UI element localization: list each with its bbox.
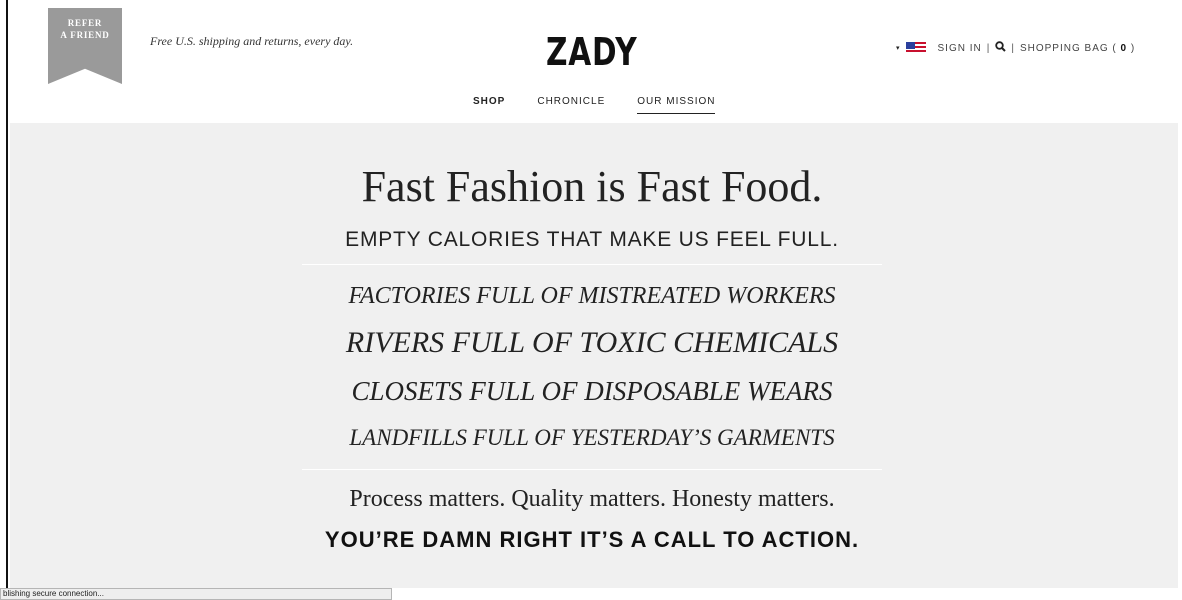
statement-line: FACTORIES FULL OF MISTREATED WORKERS (348, 283, 836, 309)
refer-label-line1: REFER (67, 18, 103, 28)
shopping-bag-close: ) (1130, 42, 1136, 54)
call-to-action: YOU’RE DAMN RIGHT IT’S A CALL TO ACTION. (324, 527, 860, 552)
shopping-bag-label: SHOPPING BAG ( (1019, 42, 1117, 54)
process-statement: Process matters. Quality matters. Honest… (349, 486, 835, 512)
sign-in-link[interactable]: SIGN IN (938, 43, 982, 54)
nav-chronicle[interactable]: CHRONICLE (537, 96, 605, 114)
shipping-promo: Free U.S. shipping and returns, every da… (150, 34, 354, 48)
headline: Fast Fashion is Fast Food. (361, 162, 823, 211)
bag-count: 0 (1120, 42, 1128, 54)
window-top-border (0, 0, 1182, 8)
shopping-bag-link[interactable]: SHOPPING BAG ( 0 ) (1020, 43, 1135, 54)
refer-label-line2: A FRIEND (60, 30, 110, 40)
main-nav: SHOP CHRONICLE OUR MISSION (473, 96, 716, 114)
utility-nav: ▾ SIGN IN | | SHOPPING BAG ( 0 ) (896, 41, 1135, 55)
statement-line: RIVERS FULL OF TOXIC CHEMICALS (345, 326, 839, 359)
country-caret-icon[interactable]: ▾ (896, 44, 901, 52)
divider-rule (302, 264, 882, 265)
browser-status-bar: blishing secure connection... (0, 588, 392, 600)
divider: | (1011, 42, 1015, 54)
search-icon[interactable] (995, 41, 1007, 55)
divider-rule (302, 469, 882, 470)
us-flag-icon[interactable] (905, 42, 926, 54)
refer-a-friend-ribbon[interactable]: REFER A FRIEND (48, 8, 122, 84)
window-right-border (1178, 0, 1182, 598)
nav-our-mission[interactable]: OUR MISSION (637, 96, 716, 114)
statement-line: CLOSETS FULL OF DISPOSABLE WEARS (351, 376, 833, 406)
statement-line: LANDFILLS FULL OF YESTERDAY’S GARMENTS (349, 425, 835, 450)
site-header: REFER A FRIEND Free U.S. shipping and re… (10, 8, 1178, 123)
window-left-border (0, 0, 8, 598)
mission-panel: Fast Fashion is Fast Food. EMPTY CALORIE… (10, 123, 1178, 588)
subheadline: EMPTY CALORIES THAT MAKE US FEEL FULL. (345, 228, 839, 251)
zady-logo[interactable]: ZADY (546, 30, 637, 74)
nav-shop[interactable]: SHOP (473, 96, 505, 114)
divider: | (986, 42, 991, 54)
